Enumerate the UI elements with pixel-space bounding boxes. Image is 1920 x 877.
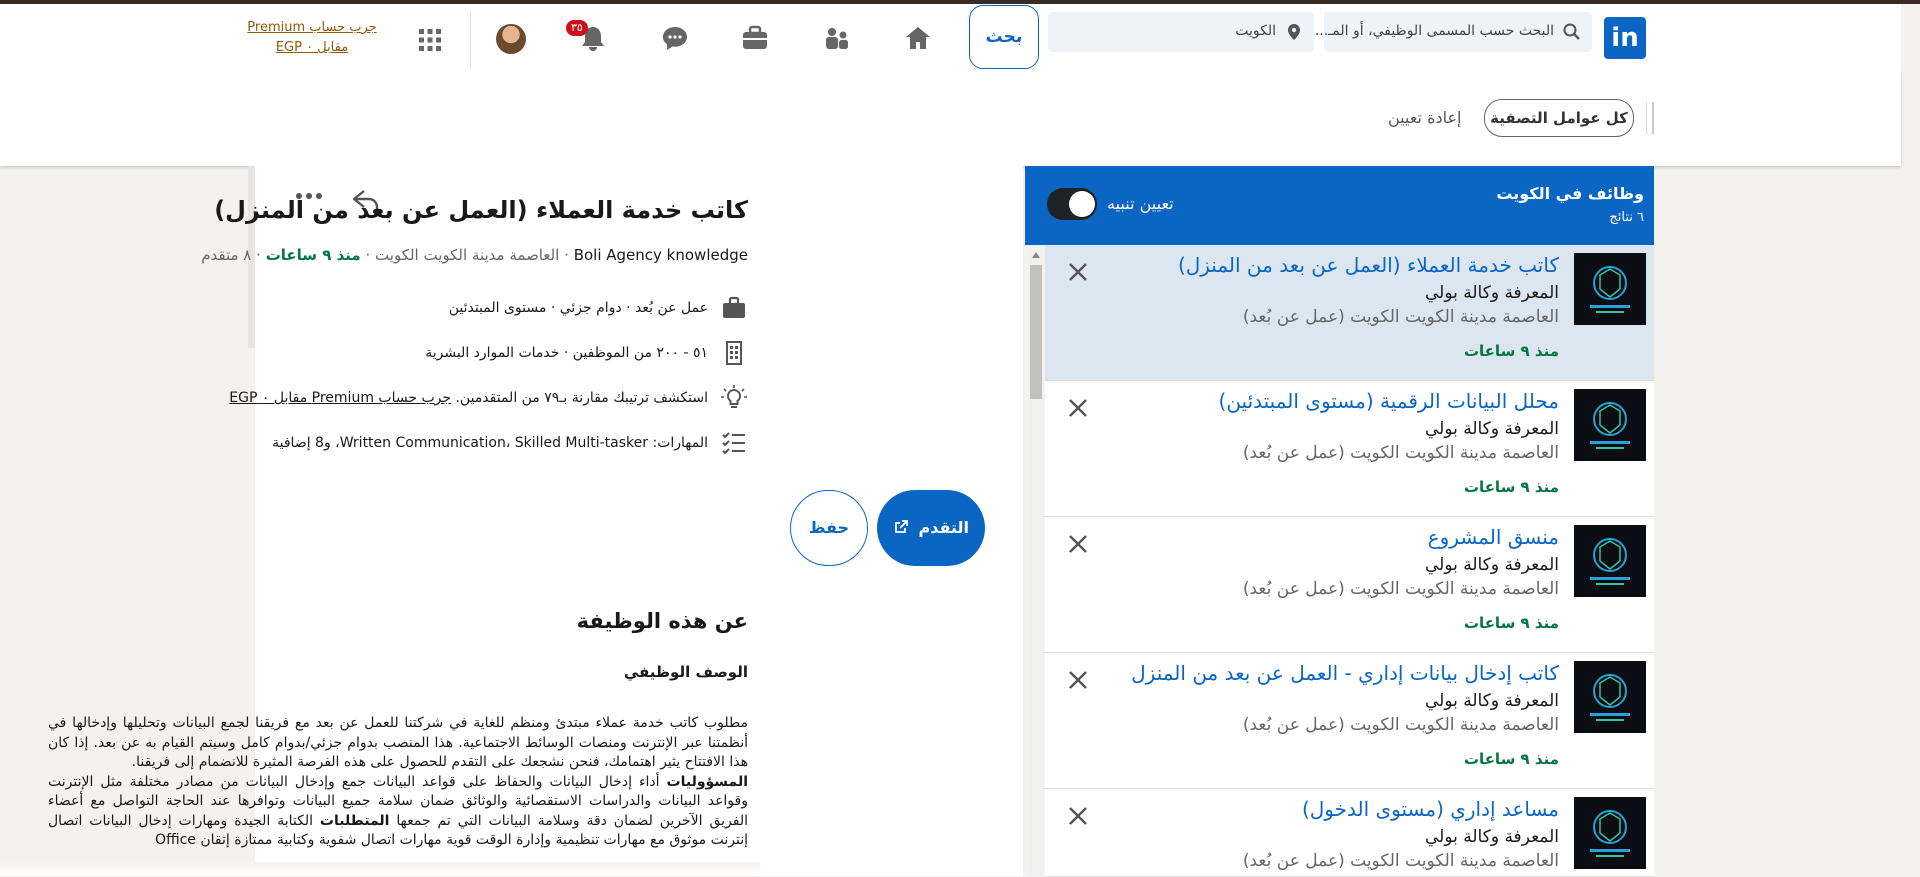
job-company: المعرفة وكالة بولي: [1425, 691, 1559, 711]
job-title-link[interactable]: منسق المشروع: [1428, 525, 1559, 549]
job-title-link[interactable]: محلل البيانات الرقمية (مستوى المبتدئين): [1219, 389, 1559, 413]
nav-divider: [470, 12, 471, 68]
company-size-text: ٥١ - ٢٠٠ من الموظفين · خدمات الموارد الب…: [425, 345, 708, 361]
company-logo: [1574, 797, 1646, 869]
close-icon[interactable]: [1067, 533, 1089, 555]
job-location: العاصمة مدينة الكويت الكويت (عمل عن بُعد…: [1242, 307, 1559, 327]
reset-filters-button[interactable]: إعادة تعيين: [1388, 108, 1461, 127]
job-title-link[interactable]: مساعد إداري (مستوى الدخول): [1302, 797, 1559, 821]
job-card[interactable]: كاتب خدمة العملاء (العمل عن بعد من المنز…: [1045, 245, 1654, 381]
job-card[interactable]: كاتب إدخال بيانات إداري - العمل عن بعد م…: [1045, 653, 1654, 789]
detail-location: العاصمة مدينة الكويت الكويت: [375, 246, 560, 264]
company-size-row: ٥١ - ٢٠٠ من الموظفين · خدمات الموارد الب…: [425, 338, 748, 368]
search-button[interactable]: بحث: [969, 5, 1039, 69]
job-card[interactable]: منسق المشروع المعرفة وكالة بولي العاصمة …: [1045, 517, 1654, 653]
bottom-fade: [0, 862, 760, 876]
company-logo: [1574, 661, 1646, 733]
job-alert-label: تعيين تنبيه: [1107, 194, 1174, 213]
close-icon[interactable]: [1067, 261, 1089, 283]
job-card[interactable]: مساعد إداري (مستوى الدخول) المعرفة وكالة…: [1045, 789, 1654, 877]
job-title-link[interactable]: كاتب إدخال بيانات إداري - العمل عن بعد م…: [1131, 661, 1559, 685]
scroll-up-arrow-icon[interactable]: [1032, 252, 1040, 258]
network-icon[interactable]: [822, 24, 852, 52]
job-company: المعرفة وكالة بولي: [1425, 555, 1559, 575]
insight-premium-link[interactable]: جرب حساب Premium مقابل ٠ EGP: [229, 390, 451, 406]
job-posted-time: منذ ٩ ساعات: [1463, 342, 1559, 360]
job-alert-toggle[interactable]: [1047, 188, 1097, 220]
skills-text[interactable]: المهارات: Written Communication، Skilled…: [272, 435, 708, 451]
search-icon: [1563, 23, 1580, 40]
avatar[interactable]: [496, 24, 526, 54]
filter-divider: [1646, 102, 1647, 134]
premium-upsell-link[interactable]: جرب حساب Premium مقابل ٠ EGP: [236, 18, 388, 58]
apps-grid-icon[interactable]: [418, 28, 442, 52]
insight-row: استكشف ترتيبك مقارنة بـ٧٩ من المتقدمين. …: [229, 383, 748, 413]
location-pin-icon: [1288, 24, 1300, 40]
external-link-icon: [895, 520, 908, 533]
detail-applicants: ٨ متقدم: [201, 246, 252, 264]
job-location: العاصمة مدينة الكويت الكويت (عمل عن بُعد…: [1242, 715, 1559, 735]
detail-scrollbar-thumb[interactable]: [1030, 265, 1042, 399]
checklist-icon: [722, 432, 745, 455]
meta-separator: ·: [365, 246, 371, 264]
briefcase-icon[interactable]: [740, 24, 770, 52]
job-location: العاصمة مدينة الكويت الكويت (عمل عن بُعد…: [1242, 851, 1559, 871]
briefcase-icon: [723, 296, 745, 318]
notification-badge: ٣٥: [566, 20, 588, 36]
company-logo: [1574, 389, 1646, 461]
filter-divider: [1652, 102, 1654, 134]
global-nav: in البحث حسب المسمى الوظيفي، أو المـ... …: [0, 4, 1901, 71]
description-paragraph: مطلوب كاتب خدمة عملاء مبتدئ ومنظم للغاية…: [48, 715, 748, 770]
messaging-icon[interactable]: [660, 24, 690, 52]
company-logo: [1574, 525, 1646, 597]
meta-separator: ·: [564, 246, 569, 264]
insight-text: استكشف ترتيبك مقارنة بـ٧٩ من المتقدمين.: [455, 390, 708, 406]
apply-button[interactable]: التقدم: [877, 490, 985, 566]
job-list-count: ٦ نتائج: [1609, 210, 1644, 225]
job-list-header: وظائف في الكويت ٦ نتائج تعيين تنبيه: [1025, 166, 1654, 245]
linkedin-logo[interactable]: in: [1604, 17, 1646, 59]
location-search-value: الكويت: [1235, 23, 1276, 39]
meta-separator: ·: [256, 246, 261, 264]
toggle-knob: [1069, 191, 1095, 217]
job-list-title: وظائف في الكويت: [1496, 184, 1644, 203]
job-description-heading: الوصف الوظيفي: [623, 663, 748, 681]
location-search-input[interactable]: الكويت: [1048, 12, 1314, 52]
job-detail-title: كاتب خدمة العملاء (العمل عن بعد من المنز…: [214, 196, 748, 224]
detail-company-link[interactable]: Boli Agency knowledge: [574, 246, 748, 264]
close-icon[interactable]: [1067, 669, 1089, 691]
job-search-placeholder: البحث حسب المسمى الوظيفي، أو المـ...: [1314, 23, 1554, 39]
responsibilities-label: المسؤوليات: [666, 773, 748, 790]
job-posted-time: منذ ٩ ساعات: [1463, 478, 1559, 496]
job-type-text: عمل عن بُعد · دوام جزئي · مستوى المبتدئي…: [448, 300, 708, 316]
apply-button-label: التقدم: [918, 518, 970, 537]
job-company: المعرفة وكالة بولي: [1425, 827, 1559, 847]
job-description-body: مطلوب كاتب خدمة عملاء مبتدئ ومنظم للغاية…: [48, 714, 748, 851]
lightbulb-icon: [721, 385, 747, 408]
home-icon[interactable]: [903, 24, 933, 52]
detail-posted-time: منذ ٩ ساعات: [265, 246, 361, 264]
about-job-heading: عن هذه الوظيفة: [576, 609, 748, 633]
job-title-link[interactable]: كاتب خدمة العملاء (العمل عن بعد من المنز…: [1178, 253, 1559, 277]
job-posted-time: منذ ٩ ساعات: [1463, 614, 1559, 632]
job-search-input[interactable]: البحث حسب المسمى الوظيفي، أو المـ...: [1315, 12, 1592, 52]
job-location: العاصمة مدينة الكويت الكويت (عمل عن بُعد…: [1242, 579, 1559, 599]
job-card[interactable]: محلل البيانات الرقمية (مستوى المبتدئين) …: [1045, 381, 1654, 517]
company-logo: [1574, 253, 1646, 325]
job-detail-pane: كاتب خدمة العملاء (العمل عن بعد من المنز…: [48, 166, 1023, 876]
job-detail-meta: Boli Agency knowledge · العاصمة مدينة ال…: [201, 246, 748, 264]
job-posted-time: منذ ٩ ساعات: [1463, 750, 1559, 768]
close-icon[interactable]: [1067, 397, 1089, 419]
job-type-row: عمل عن بُعد · دوام جزئي · مستوى المبتدئي…: [449, 293, 748, 323]
filter-bar: كل عوامل التصفية إعادة تعيين: [0, 70, 1901, 166]
job-company: المعرفة وكالة بولي: [1425, 283, 1559, 303]
building-icon: [726, 341, 742, 365]
save-button[interactable]: حفظ: [790, 490, 868, 566]
skills-row: المهارات: Written Communication، Skilled…: [272, 428, 748, 458]
all-filters-button[interactable]: كل عوامل التصفية: [1484, 99, 1634, 137]
job-location: العاصمة مدينة الكويت الكويت (عمل عن بُعد…: [1242, 443, 1559, 463]
close-icon[interactable]: [1067, 805, 1089, 827]
requirements-label: المتطلبات: [319, 812, 390, 829]
job-company: المعرفة وكالة بولي: [1425, 419, 1559, 439]
